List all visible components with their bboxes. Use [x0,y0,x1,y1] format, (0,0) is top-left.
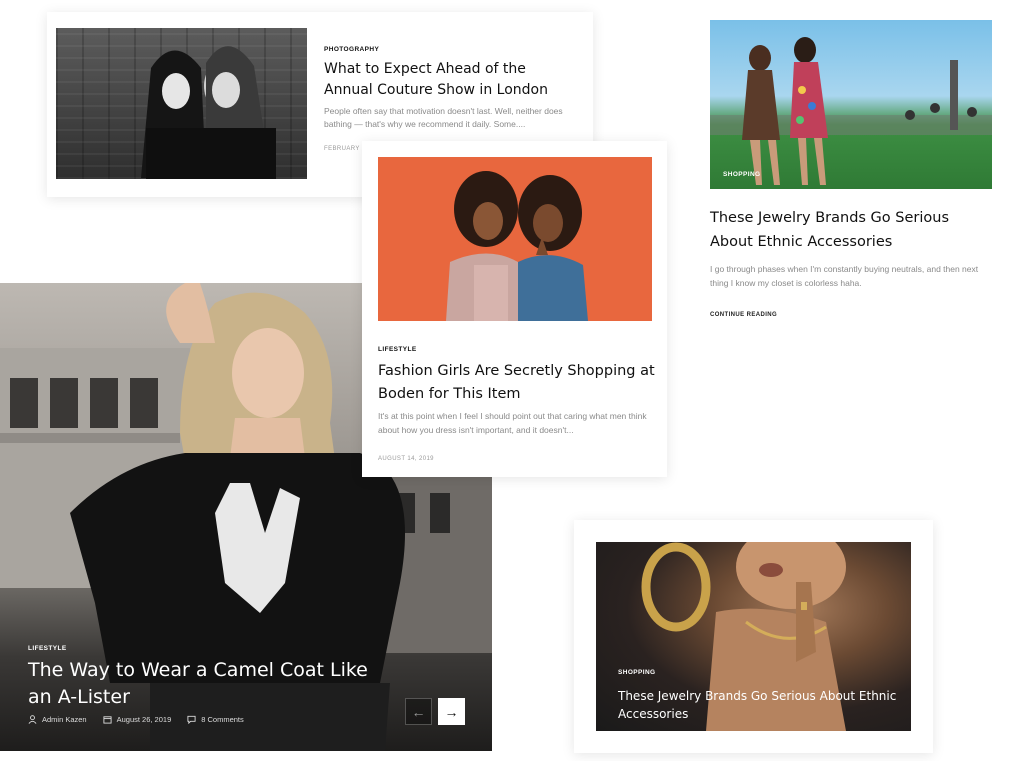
post-image[interactable] [378,157,652,321]
post-title[interactable]: These Jewelry Brands Go Serious About Et… [618,687,898,723]
post-category[interactable]: SHOPPING [723,171,761,178]
post-author[interactable]: Admin Kazen [28,715,87,724]
post-category[interactable]: LIFESTYLE [28,645,67,652]
post-card-jewelry[interactable]: SHOPPING These Jewelry Brands Go Serious… [574,520,933,753]
post-title[interactable]: What to Expect Ahead of the Annual Coutu… [324,59,574,101]
post-date: FEBRUARY 6, [324,146,368,152]
post-category[interactable]: LIFESTYLE [378,346,417,353]
prev-slide-button[interactable]: ← [405,698,432,725]
post-card-shopping[interactable]: SHOPPING These Jewelry Brands Go Serious… [710,20,992,330]
comment-icon [187,715,196,724]
post-date-meta: August 26, 2019 [103,715,172,724]
post-meta: Admin Kazen August 26, 2019 8 Comments [28,715,260,724]
post-excerpt: People often say that motivation doesn't… [324,106,563,129]
friends-photo [446,171,588,321]
author-name[interactable]: Admin Kazen [42,715,87,724]
post-category[interactable]: PHOTOGRAPHY [324,46,379,53]
post-excerpt: I go through phases when I'm constantly … [710,264,979,288]
arrow-right-icon: → [444,703,459,720]
post-date: August 26, 2019 [116,715,172,724]
arrow-left-icon: ← [411,703,426,720]
post-title[interactable]: These Jewelry Brands Go Serious About Et… [710,206,995,254]
models-photo [141,46,276,179]
festival-photo [710,37,992,185]
post-image[interactable] [56,28,307,179]
next-slide-button[interactable]: → [438,698,465,725]
post-title[interactable]: Fashion Girls Are Secretly Shopping at B… [378,360,658,406]
calendar-icon [103,716,112,724]
continue-reading-link[interactable]: CONTINUE READING [710,312,777,318]
comments-count[interactable]: 8 Comments [201,715,244,724]
post-image[interactable]: SHOPPING [710,20,992,189]
user-icon [28,715,37,724]
post-category[interactable]: SHOPPING [618,669,656,676]
post-comments[interactable]: 8 Comments [187,715,244,724]
post-excerpt: It's at this point when I feel I should … [378,411,647,435]
post-date: AUGUST 14, 2019 [378,456,434,462]
post-card-lifestyle[interactable]: LIFESTYLE Fashion Girls Are Secretly Sho… [362,141,667,477]
post-image[interactable]: SHOPPING These Jewelry Brands Go Serious… [596,542,911,731]
post-title[interactable]: The Way to Wear a Camel Coat Like an A-L… [28,657,368,711]
